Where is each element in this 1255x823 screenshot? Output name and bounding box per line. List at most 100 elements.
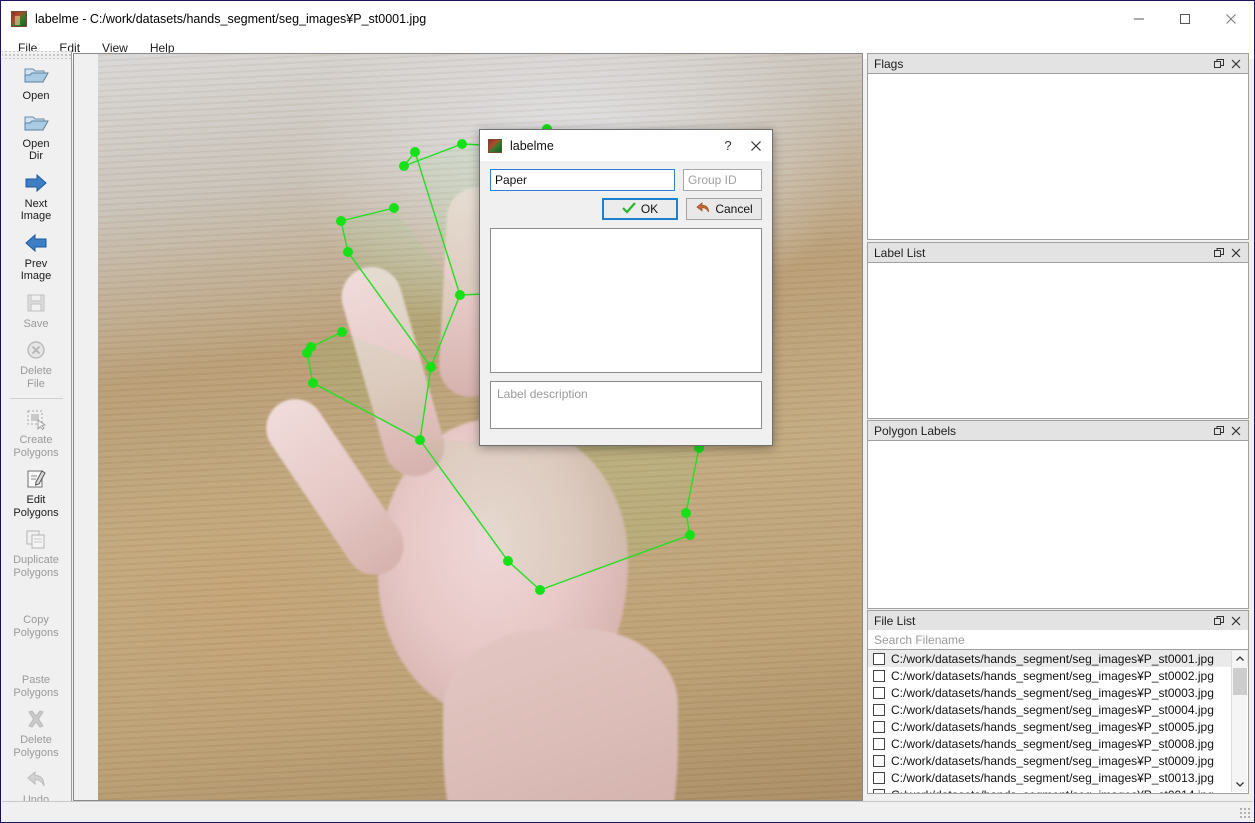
- file-checkbox[interactable]: [873, 720, 885, 733]
- paste-icon: [22, 646, 50, 672]
- search-input[interactable]: [872, 631, 1244, 648]
- polygon-vertex[interactable]: [389, 203, 399, 213]
- tool-create-polygons[interactable]: Create Polygons: [2, 403, 70, 463]
- thumb-wrist-polygon[interactable]: [419, 439, 700, 591]
- minimize-button[interactable]: [1116, 1, 1162, 37]
- file-checkbox[interactable]: [873, 686, 885, 699]
- label-input[interactable]: [490, 169, 675, 191]
- file-list-item[interactable]: C:/work/datasets/hands_segment/seg_image…: [868, 701, 1248, 718]
- file-list-scrollbar[interactable]: [1231, 651, 1247, 792]
- label-dialog: labelme ? OK: [479, 129, 773, 446]
- tool-paste-polygons[interactable]: Paste Polygons: [2, 643, 70, 703]
- file-checkbox[interactable]: [873, 754, 885, 767]
- file-list-item[interactable]: C:/work/datasets/hands_segment/seg_image…: [868, 752, 1248, 769]
- label-list-panel-float-button[interactable]: [1210, 244, 1227, 261]
- tool-delete-file[interactable]: Delete File: [2, 334, 70, 394]
- file-checkbox[interactable]: [873, 669, 885, 682]
- file-search-box[interactable]: [867, 630, 1249, 650]
- file-checkbox[interactable]: [873, 771, 885, 784]
- label-suggestion-list[interactable]: [490, 228, 762, 373]
- tool-save[interactable]: Save: [2, 287, 70, 335]
- label-list-panel-close-button[interactable]: [1227, 244, 1244, 261]
- polygon-vertex[interactable]: [535, 585, 545, 595]
- labelme-app-icon: [11, 11, 27, 27]
- file-list-item[interactable]: C:/work/datasets/hands_segment/seg_image…: [868, 769, 1248, 786]
- polygon-vertex[interactable]: [336, 216, 346, 226]
- flags-panel-float-button[interactable]: [1210, 55, 1227, 72]
- polygon-vertex[interactable]: [343, 247, 353, 257]
- file-checkbox[interactable]: [873, 788, 885, 793]
- polygon-vertex[interactable]: [426, 362, 436, 372]
- file-list-item[interactable]: C:/work/datasets/hands_segment/seg_image…: [868, 786, 1248, 793]
- file-list-item[interactable]: C:/work/datasets/hands_segment/seg_image…: [868, 718, 1248, 735]
- flags-panel-close-button[interactable]: [1227, 55, 1244, 72]
- maximize-button[interactable]: [1162, 1, 1208, 37]
- file-list-item[interactable]: C:/work/datasets/hands_segment/seg_image…: [868, 735, 1248, 752]
- file-checkbox[interactable]: [873, 652, 885, 665]
- flags-panel-body[interactable]: [867, 73, 1249, 240]
- toolbar-separator: [10, 398, 63, 399]
- tool-undo[interactable]: Undo: [2, 763, 70, 805]
- polygon-vertex[interactable]: [503, 556, 513, 566]
- file-checkbox[interactable]: [873, 703, 885, 716]
- label-list-panel-header: Label List: [867, 242, 1249, 262]
- file-list-panel-close-button[interactable]: [1227, 612, 1244, 629]
- cancel-button[interactable]: Cancel: [686, 198, 762, 220]
- file-list[interactable]: C:/work/datasets/hands_segment/seg_image…: [867, 650, 1249, 794]
- polygon-vertex[interactable]: [308, 378, 318, 388]
- window-title: labelme - C:/work/datasets/hands_segment…: [35, 12, 427, 26]
- file-list-item[interactable]: C:/work/datasets/hands_segment/seg_image…: [868, 650, 1248, 667]
- dialog-close-button[interactable]: [742, 132, 770, 160]
- file-list-panel-header: File List: [867, 610, 1249, 630]
- tool-open[interactable]: Open: [2, 59, 70, 107]
- polygon-vertex[interactable]: [455, 290, 465, 300]
- file-path-label: C:/work/datasets/hands_segment/seg_image…: [891, 668, 1214, 683]
- file-list-panel-title: File List: [874, 613, 916, 628]
- tool-open-dir[interactable]: Open Dir: [2, 107, 70, 167]
- file-list-item[interactable]: C:/work/datasets/hands_segment/seg_image…: [868, 667, 1248, 684]
- polygon-vertex[interactable]: [399, 161, 409, 171]
- polygon-vertex[interactable]: [302, 348, 312, 358]
- file-path-label: C:/work/datasets/hands_segment/seg_image…: [891, 702, 1214, 717]
- polygon-labels-panel-close-button[interactable]: [1227, 422, 1244, 439]
- scroll-up-arrow-icon[interactable]: [1232, 651, 1247, 667]
- window-resize-grip[interactable]: [1239, 807, 1251, 819]
- flags-panel: Flags: [867, 53, 1249, 240]
- ring-finger-polygon[interactable]: [306, 331, 432, 442]
- ok-button[interactable]: OK: [602, 198, 678, 220]
- file-path-label: C:/work/datasets/hands_segment/seg_image…: [891, 736, 1214, 751]
- tool-duplicate-polygons[interactable]: Duplicate Polygons: [2, 523, 70, 583]
- file-list-item[interactable]: C:/work/datasets/hands_segment/seg_image…: [868, 684, 1248, 701]
- tool-edit-polygons[interactable]: Edit Polygons: [2, 463, 70, 523]
- tool-next-image-label: Next Image: [20, 197, 52, 223]
- tool-delete-polygons[interactable]: Delete Polygons: [2, 703, 70, 763]
- tool-create-polygons-label: Create Polygons: [13, 434, 59, 459]
- file-checkbox[interactable]: [873, 737, 885, 750]
- label-list-panel-body[interactable]: [867, 262, 1249, 419]
- file-list-panel-float-button[interactable]: [1210, 612, 1227, 629]
- file-path-label: C:/work/datasets/hands_segment/seg_image…: [891, 685, 1214, 700]
- toolbar-drag-handle[interactable]: [2, 51, 71, 59]
- tool-duplicate-polygons-label: Duplicate Polygons: [13, 554, 59, 579]
- polygon-vertex[interactable]: [685, 530, 695, 540]
- polygon-vertex[interactable]: [410, 147, 420, 157]
- tool-next-image[interactable]: Next Image: [2, 167, 70, 227]
- polygon-vertex[interactable]: [415, 435, 425, 445]
- title-bar: labelme - C:/work/datasets/hands_segment…: [1, 1, 1254, 37]
- label-description-input[interactable]: Label description: [490, 381, 762, 429]
- dialog-button-row: OK Cancel: [490, 198, 762, 220]
- group-id-input[interactable]: [683, 169, 762, 191]
- polygon-vertex[interactable]: [681, 508, 691, 518]
- tool-copy-polygons[interactable]: Copy Polygons: [2, 583, 70, 643]
- scroll-down-arrow-icon[interactable]: [1232, 776, 1248, 792]
- scrollbar-thumb[interactable]: [1233, 668, 1247, 695]
- dialog-help-button[interactable]: ?: [714, 132, 742, 160]
- file-path-label: C:/work/datasets/hands_segment/seg_image…: [891, 651, 1214, 666]
- close-button[interactable]: [1208, 1, 1254, 37]
- polygon-vertex[interactable]: [457, 139, 467, 149]
- polygon-vertex[interactable]: [337, 327, 347, 337]
- polygon-labels-panel-body[interactable]: [867, 440, 1249, 609]
- tool-prev-image[interactable]: Prev Image: [2, 227, 70, 287]
- open-dir-folder-icon: [22, 110, 50, 136]
- polygon-labels-panel-float-button[interactable]: [1210, 422, 1227, 439]
